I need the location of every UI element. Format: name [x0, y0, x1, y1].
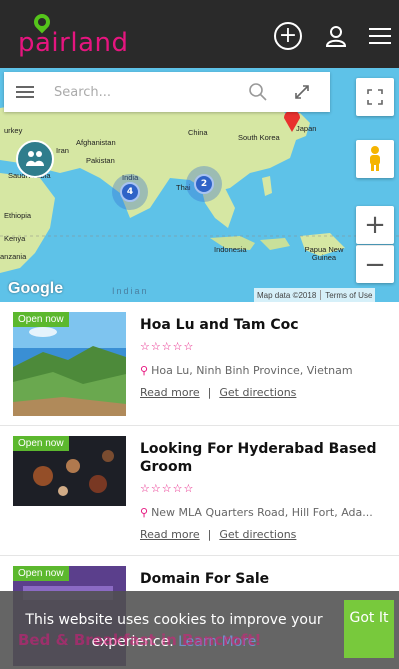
pegman-icon [370, 146, 380, 171]
user-icon [325, 26, 347, 47]
listing-title[interactable]: Hoa Lu and Tam Coc [140, 316, 390, 334]
listing-thumbnail[interactable]: Open now [13, 312, 126, 416]
address-text: Hoa Lu, Ninh Binh Province, Vietnam [151, 364, 353, 377]
get-directions-link[interactable]: Get directions [219, 386, 296, 399]
app-header: pairland + [0, 0, 399, 68]
open-now-badge: Open now [13, 566, 69, 581]
rating-stars: ☆☆☆☆☆ [140, 340, 195, 353]
location-pin-icon: ⚲ [140, 364, 149, 377]
address-text: New MLA Quarters Road, Hill Fort, Ada... [151, 506, 373, 519]
main-menu-button[interactable] [366, 22, 394, 50]
fullscreen-icon [367, 89, 383, 105]
pairland-logo[interactable]: pairland [18, 10, 148, 58]
listing-address: ⚲ Hoa Lu, Ninh Binh Province, Vietnam [140, 364, 394, 377]
listing-address: ⚲ New MLA Quarters Road, Hill Fort, Ada..… [140, 506, 394, 519]
plus-circle-icon: + [278, 23, 298, 48]
user-account-button[interactable] [322, 22, 350, 50]
listing-item[interactable]: Open now Hoa Lu and Tam Coc ☆☆☆☆☆ ⚲ Hoa L… [0, 302, 399, 426]
search-menu-icon[interactable] [16, 86, 34, 98]
zoom-out-button[interactable]: − [356, 245, 394, 283]
map-view[interactable]: urkey Afghanistan Iran Pakistan China So… [0, 68, 399, 302]
map-cluster-india[interactable]: 4 [112, 174, 148, 210]
map-label-china: China [188, 128, 208, 137]
map-label-turkey: urkey [4, 126, 23, 135]
cluster-count: 4 [120, 182, 140, 202]
google-logo[interactable]: Google [8, 280, 63, 298]
map-label-kenya: Kenya [4, 234, 26, 243]
map-label-pakistan: Pakistan [86, 156, 115, 165]
listing-title[interactable]: Looking For Hyderabad Based Groom [140, 440, 390, 476]
search-icon[interactable] [248, 82, 268, 102]
map-label-ethiopia: Ethiopia [4, 211, 32, 220]
map-attribution: Map data ©2018 Terms of Use [254, 288, 376, 302]
search-input[interactable] [54, 80, 234, 104]
link-separator: | [207, 528, 212, 541]
listing-title[interactable]: Domain For Sale [140, 570, 390, 588]
link-separator: | [207, 386, 212, 399]
listing-links: Read more | Get directions [140, 386, 296, 399]
fullscreen-button[interactable] [356, 78, 394, 116]
people-marker-icon[interactable] [16, 140, 54, 178]
read-more-link[interactable]: Read more [140, 386, 200, 399]
open-now-badge: Open now [13, 312, 69, 327]
background-listing-text: Bed & Breakfast in Bancroft! [18, 631, 262, 649]
map-label-afghanistan: Afghanistan [76, 138, 116, 147]
add-listing-button[interactable]: + [274, 22, 302, 50]
listing-item[interactable]: Open now Looking For Hyderabad Based Gro… [0, 426, 399, 556]
open-now-badge: Open now [13, 436, 69, 451]
map-label-iran: Iran [56, 146, 69, 155]
map-label-indian-ocean: Indian [112, 286, 149, 296]
map-cluster-thailand[interactable]: 2 [186, 166, 222, 202]
expand-arrows-icon[interactable] [292, 82, 312, 102]
location-pin-icon: ⚲ [140, 506, 149, 519]
listing-links: Read more | Get directions [140, 528, 296, 541]
page: pairland + urkey Afghanistan Iran Pakist… [0, 0, 399, 669]
listing-thumbnail[interactable]: Open now [13, 436, 126, 506]
listing-image-coast [13, 312, 126, 416]
map-data-text: Map data ©2018 [257, 290, 317, 300]
terms-of-use-link[interactable]: Terms of Use [325, 291, 372, 300]
map-search-bar [4, 72, 330, 112]
hamburger-icon [369, 28, 391, 44]
read-more-link[interactable]: Read more [140, 528, 200, 541]
people-icon [26, 151, 44, 166]
map-label-south-korea: South Korea [238, 133, 280, 142]
street-view-pegman-button[interactable] [356, 140, 394, 178]
map-label-tanzania: anzania [0, 252, 27, 261]
cluster-count: 2 [194, 174, 214, 194]
map-label-indonesia: Indonesia [214, 245, 247, 254]
logo-text: pairland [18, 28, 129, 58]
zoom-in-button[interactable]: + [356, 206, 394, 244]
got-it-button[interactable]: Got It [344, 600, 394, 658]
rating-stars: ☆☆☆☆☆ [140, 482, 195, 495]
get-directions-link[interactable]: Get directions [219, 528, 296, 541]
map-label-papua-new-guinea: Papua New Guinea [304, 245, 344, 262]
